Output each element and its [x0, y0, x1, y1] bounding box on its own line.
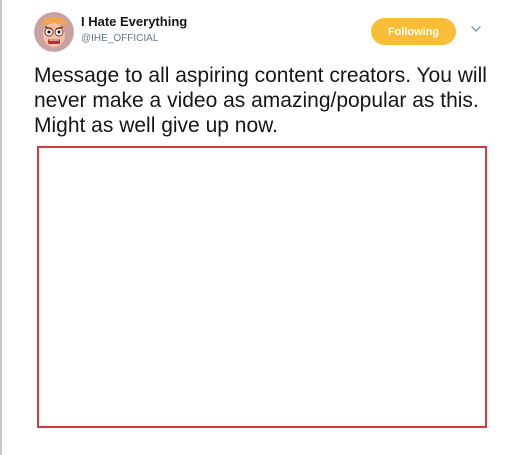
tweet-text: Message to all aspiring content creators…: [34, 64, 487, 137]
avatar[interactable]: [34, 12, 74, 52]
tweet-card: I Hate Everything @IHE_OFFICIAL Followin…: [0, 0, 513, 455]
author-handle[interactable]: @IHE_OFFICIAL: [81, 33, 158, 44]
author-display-name[interactable]: I Hate Everything: [81, 14, 187, 29]
following-button[interactable]: Following: [371, 18, 456, 45]
chevron-down-icon: [471, 26, 481, 32]
media-placeholder[interactable]: [37, 146, 487, 428]
cartoon-face-avatar-icon: [34, 12, 74, 52]
tweet-menu-button[interactable]: [469, 22, 483, 36]
